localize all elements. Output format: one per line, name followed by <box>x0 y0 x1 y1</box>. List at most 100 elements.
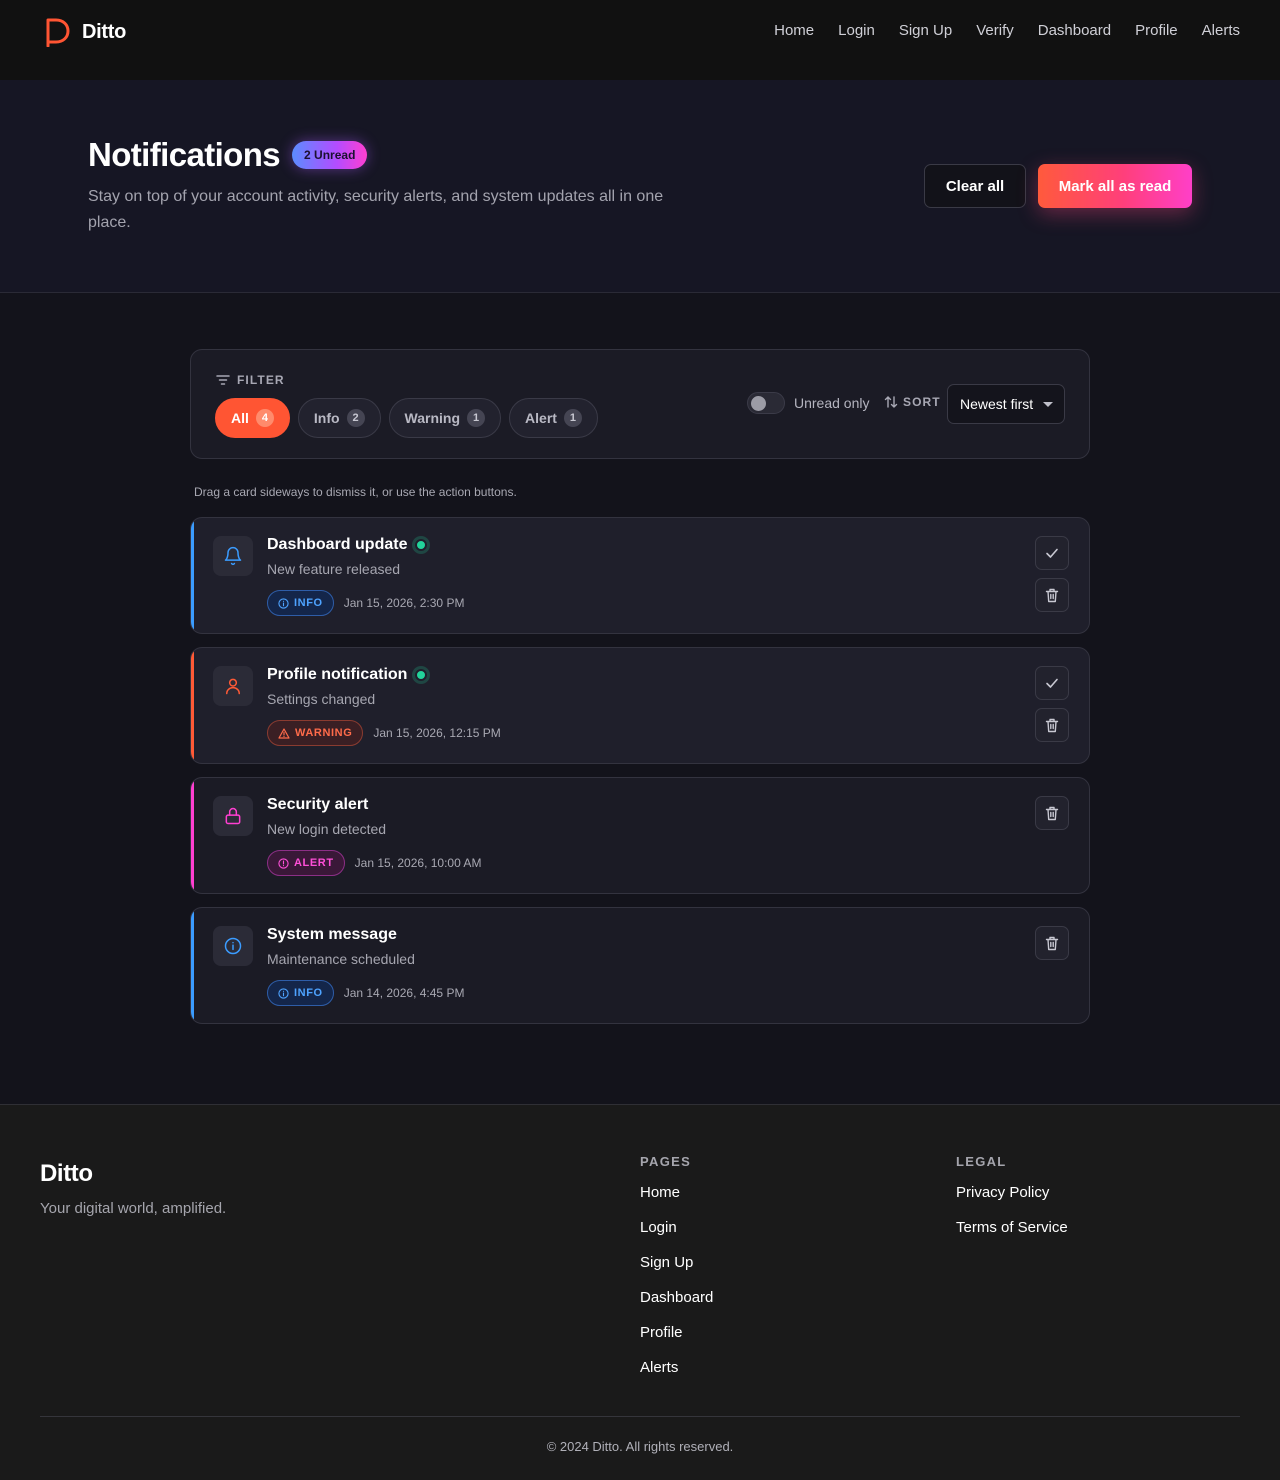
filter-chip-warning[interactable]: Warning 1 <box>388 398 502 438</box>
footer-link-alerts[interactable]: Alerts <box>640 1359 713 1394</box>
notification-message: Settings changed <box>267 691 376 707</box>
delete-button[interactable] <box>1035 578 1069 612</box>
unread-count-badge: 2 Unread <box>292 141 368 169</box>
notification-title: Security alert <box>267 796 369 813</box>
notification-time: Jan 15, 2026, 2:30 PM <box>343 596 465 610</box>
chip-count: 2 <box>346 409 365 427</box>
top-nav: Ditto Home Login Sign Up Verify Dashboar… <box>0 0 1280 80</box>
notification-message: Maintenance scheduled <box>267 951 415 967</box>
nav-link-login[interactable]: Login <box>838 22 875 40</box>
user-icon <box>226 678 240 695</box>
footer-link-dashboard[interactable]: Dashboard <box>640 1289 713 1324</box>
clear-all-button[interactable]: Clear all <box>924 164 1026 208</box>
footer-link-profile[interactable]: Profile <box>640 1324 713 1359</box>
chip-label: All <box>231 410 249 426</box>
card-icon-box <box>213 926 253 966</box>
check-icon <box>1046 548 1058 558</box>
chip-label: Info <box>313 410 340 426</box>
type-tag: WARNING <box>267 720 364 746</box>
unread-only-control: Unread only <box>747 392 870 414</box>
toggle-knob <box>751 396 766 411</box>
brand-name: Ditto <box>82 20 127 43</box>
card-accent-bar <box>191 778 194 893</box>
page-subtitle: Stay on top of your account activity, se… <box>88 188 664 231</box>
page-header: Notifications 2 Unread Stay on top of yo… <box>0 80 1280 293</box>
footer-legal-heading: LEGAL <box>956 1154 1007 1169</box>
notification-meta: ALERT Jan 15, 2026, 10:00 AM <box>267 850 481 876</box>
delete-button[interactable] <box>1035 926 1069 960</box>
card-title-row: Security alert <box>267 796 368 814</box>
filter-chip-all[interactable]: All 4 <box>215 398 290 438</box>
notification-card[interactable]: Dashboard update New feature released IN… <box>190 517 1090 634</box>
filter-icon <box>216 375 230 385</box>
card-accent-bar <box>191 518 194 633</box>
sort-select[interactable]: Newest first <box>947 384 1065 424</box>
notification-card[interactable]: Security alert New login detected ALERT … <box>190 777 1090 894</box>
notification-message: New login detected <box>267 821 387 837</box>
site-footer: Ditto Your digital world, amplified. PAG… <box>0 1104 1280 1480</box>
type-label: WARNING <box>295 727 353 739</box>
footer-link-terms[interactable]: Terms of Service <box>956 1219 1068 1254</box>
delete-button[interactable] <box>1035 708 1069 742</box>
notification-time: Jan 15, 2026, 12:15 PM <box>373 726 501 740</box>
filter-chip-info[interactable]: Info 2 <box>297 398 381 438</box>
unread-only-label: Unread only <box>794 395 870 411</box>
filter-heading: FILTER <box>216 373 285 387</box>
chip-count: 4 <box>255 409 274 427</box>
footer-link-login[interactable]: Login <box>640 1219 713 1254</box>
chip-label: Warning <box>404 410 461 426</box>
notification-title: Profile notification <box>267 666 408 683</box>
nav-link-verify[interactable]: Verify <box>976 22 1014 40</box>
footer-tagline: Your digital world, amplified. <box>40 1200 227 1217</box>
unread-only-toggle[interactable] <box>747 392 785 414</box>
type-label: ALERT <box>294 857 334 869</box>
footer-link-privacy[interactable]: Privacy Policy <box>956 1184 1068 1219</box>
footer-brand: Ditto <box>40 1160 93 1187</box>
type-label: INFO <box>294 597 323 609</box>
card-title-row: System message <box>267 926 397 944</box>
footer-link-sign-up[interactable]: Sign Up <box>640 1254 713 1289</box>
nav-link-alerts[interactable]: Alerts <box>1202 22 1240 40</box>
nav-link-dashboard[interactable]: Dashboard <box>1038 22 1111 40</box>
bell-icon <box>224 546 242 566</box>
footer-divider <box>40 1416 1240 1417</box>
nav-link-profile[interactable]: Profile <box>1135 22 1178 40</box>
sort-label: SORT <box>903 395 941 409</box>
sort-arrows-icon <box>884 396 898 408</box>
nav-link-home[interactable]: Home <box>774 22 814 40</box>
nav-link-sign-up[interactable]: Sign Up <box>899 22 952 40</box>
nav-links: Home Login Sign Up Verify Dashboard Prof… <box>774 22 1240 40</box>
mark-read-button[interactable] <box>1035 536 1069 570</box>
filter-label: FILTER <box>237 373 285 387</box>
chip-count: 1 <box>467 409 486 427</box>
drag-hint: Drag a card sideways to dismiss it, or u… <box>194 485 517 499</box>
page-title: Notifications <box>88 136 281 173</box>
notification-time: Jan 14, 2026, 4:45 PM <box>343 986 465 1000</box>
notification-card[interactable]: System message Maintenance scheduled INF… <box>190 907 1090 1024</box>
notification-title: System message <box>267 926 397 943</box>
alert-circle-icon <box>278 857 289 869</box>
notification-card[interactable]: Profile notification Settings changed WA… <box>190 647 1090 764</box>
mark-all-read-button[interactable]: Mark all as read <box>1038 164 1192 208</box>
title-row: Notifications 2 Unread <box>88 136 368 174</box>
info-circle-icon <box>278 987 289 999</box>
mark-read-button[interactable] <box>1035 666 1069 700</box>
type-tag: INFO <box>267 590 334 616</box>
card-accent-bar <box>191 648 194 763</box>
unread-dot <box>415 539 428 551</box>
footer-pages-column: PAGES Home Login Sign Up Dashboard Profi… <box>640 1154 713 1394</box>
filter-chip-alert[interactable]: Alert 1 <box>509 398 598 438</box>
footer-legal-column: LEGAL Privacy Policy Terms of Service <box>956 1154 1068 1254</box>
ditto-logo-icon <box>46 18 70 47</box>
footer-link-home[interactable]: Home <box>640 1184 713 1219</box>
type-tag: ALERT <box>267 850 345 876</box>
info-circle-icon <box>224 937 242 955</box>
trash-icon <box>1045 936 1059 950</box>
notification-meta: INFO Jan 15, 2026, 2:30 PM <box>267 590 464 616</box>
unread-dot <box>415 669 428 681</box>
delete-button[interactable] <box>1035 796 1069 830</box>
chevron-down-icon <box>1043 402 1053 407</box>
notification-title: Dashboard update <box>267 536 408 553</box>
brand-logo[interactable]: Ditto <box>44 17 126 47</box>
chip-label: Alert <box>525 410 557 426</box>
